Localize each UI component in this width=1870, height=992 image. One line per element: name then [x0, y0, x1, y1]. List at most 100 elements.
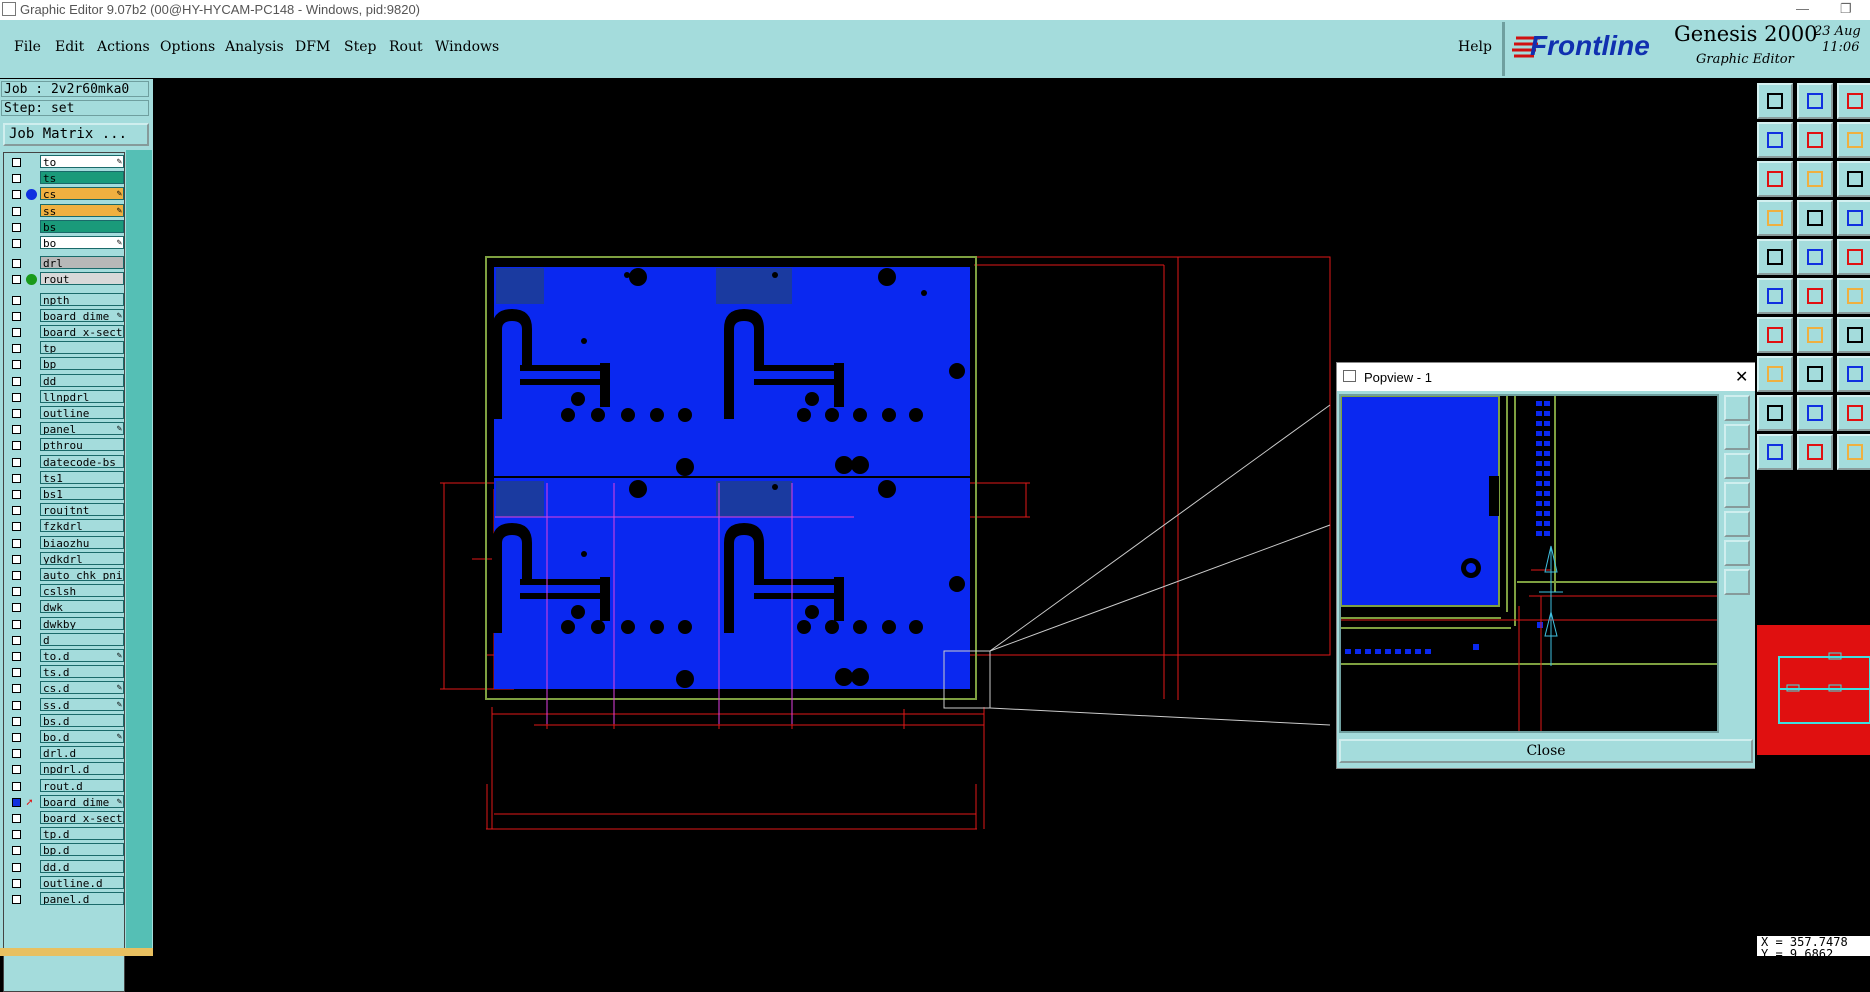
layer-row[interactable]: npth [6, 292, 124, 308]
layer-name[interactable]: board_dime ✎ [40, 308, 124, 322]
scale-1-2-icon[interactable] [1837, 161, 1870, 197]
layer-checkbox[interactable] [12, 457, 21, 467]
layer-checkbox[interactable] [12, 700, 21, 710]
popview-tool-zoomin-icon[interactable] [1724, 540, 1750, 566]
layer-row[interactable]: ts.d [6, 665, 124, 680]
layer-checkbox[interactable] [12, 862, 21, 872]
layer-row[interactable]: d [6, 632, 124, 648]
popview-tool-zoomout-icon[interactable] [1724, 569, 1750, 595]
layer-checkbox[interactable] [12, 344, 21, 354]
select-icon[interactable] [1757, 239, 1793, 275]
layer-row[interactable]: bp [6, 357, 124, 372]
layer-name[interactable]: drl.d [40, 746, 124, 760]
layer-name[interactable]: bp [40, 357, 124, 371]
menu-windows[interactable]: Windows [435, 39, 499, 55]
layer-name[interactable]: board_x-sect [40, 811, 124, 824]
menu-analysis[interactable]: Analysis [225, 39, 284, 55]
layer-checkbox[interactable] [12, 716, 21, 726]
layer-row[interactable]: outline [6, 406, 124, 421]
layer-row[interactable]: to ✎ [6, 155, 124, 170]
line-red-icon[interactable] [1757, 317, 1793, 353]
layer-row[interactable]: panel.d [6, 892, 124, 907]
layer-row[interactable]: roujtnt [6, 503, 124, 518]
layer-checkbox[interactable] [12, 490, 21, 499]
line-blue-icon[interactable] [1797, 317, 1833, 353]
layer-name[interactable]: pthrou [40, 438, 124, 452]
layer-name[interactable]: tp.d [40, 827, 124, 841]
layer-row[interactable]: outline.d [6, 875, 124, 891]
layer-checkbox[interactable] [12, 473, 21, 483]
layer-row[interactable]: bs1 [6, 487, 124, 502]
popview-tool-down-icon[interactable] [1724, 453, 1750, 479]
layer-checkbox[interactable] [12, 733, 21, 742]
pad-icon[interactable] [1757, 356, 1793, 392]
layer-row[interactable]: dd [6, 373, 124, 389]
layer-row[interactable]: rout [6, 272, 124, 287]
layer-name[interactable]: cslsh [40, 584, 124, 598]
layer-row[interactable]: cslsh [6, 584, 124, 599]
layer-name[interactable]: ydkdrl [40, 551, 124, 565]
layer-checkbox[interactable] [12, 311, 21, 321]
layer-checkbox[interactable] [12, 684, 21, 694]
layer-row[interactable]: bo ✎ [6, 236, 124, 251]
layer-row[interactable]: tp [6, 341, 124, 356]
layer-checkbox[interactable] [12, 295, 21, 305]
zoom-house-icon[interactable] [1837, 83, 1870, 119]
layer-checkbox[interactable] [12, 765, 21, 775]
layer-row[interactable]: fzkdrl [6, 519, 124, 534]
layer-checkbox[interactable] [12, 376, 21, 386]
layer-row[interactable]: board_x-sect [6, 325, 124, 340]
layer-row[interactable]: ts1 [6, 470, 124, 486]
pan-right-icon[interactable] [1797, 122, 1833, 158]
layer-name[interactable]: bp.d [40, 843, 124, 857]
layer-row[interactable]: drl [6, 256, 124, 271]
layer-checkbox[interactable] [12, 538, 21, 548]
triangle-mid-icon[interactable] [1797, 395, 1833, 431]
layer-row[interactable]: npdrl.d [6, 762, 124, 777]
popview-tool-right-icon[interactable] [1724, 511, 1750, 537]
layer-checkbox[interactable] [12, 222, 21, 232]
layer-list-scrollbar[interactable] [126, 150, 152, 956]
layer-row[interactable]: drl.d [6, 746, 124, 761]
layer-name[interactable]: fzkdrl [40, 519, 124, 533]
layer-checkbox[interactable] [12, 206, 21, 216]
layer-checkbox[interactable] [12, 878, 21, 888]
layer-name[interactable]: bs1 [40, 487, 124, 500]
layer-name[interactable]: ts1 [40, 470, 124, 484]
menu-rout[interactable]: Rout [389, 39, 423, 55]
layer-name[interactable]: to.d ✎ [40, 649, 124, 662]
layer-name[interactable]: bs [40, 219, 124, 233]
layer-row[interactable]: bs [6, 219, 124, 235]
layer-name[interactable]: npth [40, 292, 124, 306]
layer-row[interactable]: llnpdrl [6, 389, 124, 405]
layer-name[interactable]: dd [40, 373, 124, 387]
layer-row[interactable]: bp.d [6, 843, 124, 858]
layer-name[interactable]: dwkby [40, 616, 124, 630]
layer-name[interactable]: auto_chk_pni [40, 568, 124, 581]
layer-name[interactable]: to ✎ [40, 155, 124, 168]
layer-name[interactable]: biaozhu [40, 535, 124, 549]
layer-checkbox[interactable] [12, 619, 21, 629]
layer-checkbox[interactable] [12, 635, 21, 645]
dash-icon[interactable] [1797, 356, 1833, 392]
layer-checkbox[interactable] [12, 652, 21, 661]
layer-name[interactable]: outline.d [40, 875, 124, 889]
layer-name[interactable]: rout.d [40, 778, 124, 792]
menu-edit[interactable]: Edit [55, 39, 84, 55]
layer-checkbox[interactable] [12, 830, 21, 840]
layer-name[interactable]: dwk [40, 600, 124, 614]
zoom-home-icon[interactable] [1757, 83, 1793, 119]
restore-icon[interactable]: ❐ [1840, 1, 1852, 17]
layer-checkbox[interactable] [12, 441, 21, 451]
layer-name[interactable]: ts.d [40, 665, 124, 679]
layer-row[interactable]: ydkdrl [6, 551, 124, 567]
layer-row[interactable]: board_x-sect [6, 811, 124, 826]
layer-checkbox[interactable] [12, 587, 21, 597]
layer-checkbox[interactable] [12, 668, 21, 678]
measure-icon[interactable] [1757, 200, 1793, 236]
menu-dfm[interactable]: DFM [295, 39, 330, 55]
layer-name[interactable]: outline [40, 406, 124, 419]
layer-checkbox[interactable] [12, 895, 21, 904]
layer-name[interactable]: tp [40, 341, 124, 355]
layer-name[interactable]: panel.d [40, 892, 124, 905]
